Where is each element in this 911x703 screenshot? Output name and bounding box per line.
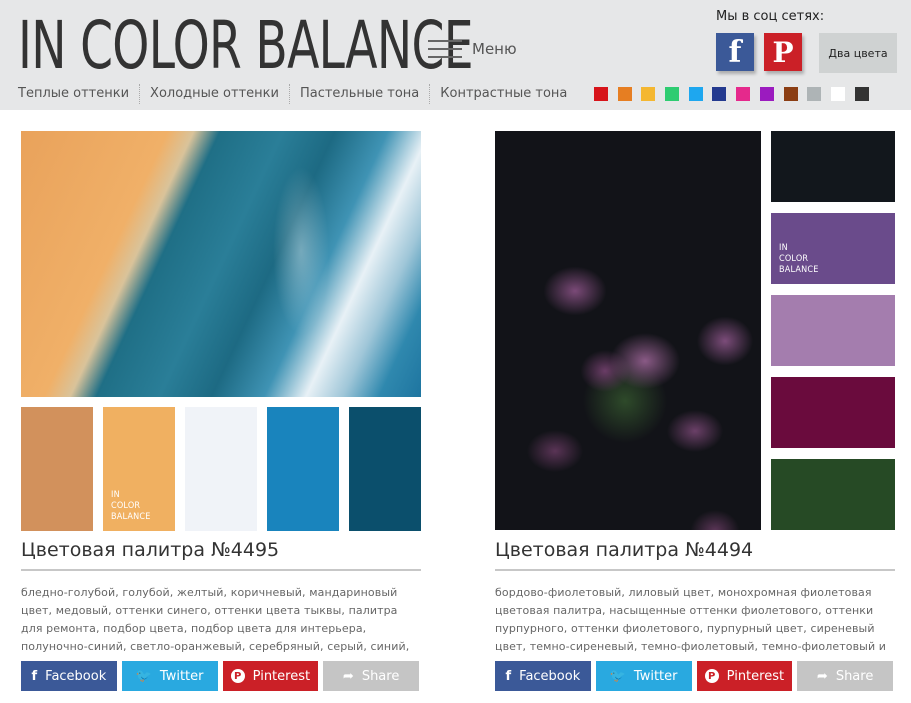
share-label: Twitter bbox=[159, 668, 204, 684]
nav-contrast-tones[interactable]: Контрастные тона bbox=[440, 84, 577, 104]
share-pinterest-button[interactable]: P Pinterest bbox=[222, 661, 319, 691]
palette-swatch[interactable] bbox=[771, 377, 895, 448]
palette-swatch[interactable] bbox=[185, 407, 257, 531]
palette-swatch[interactable] bbox=[349, 407, 421, 531]
share-arrow-icon: ➦ bbox=[342, 668, 354, 684]
share-pinterest-button[interactable]: P Pinterest bbox=[696, 661, 793, 691]
palette-swatch[interactable] bbox=[21, 407, 93, 531]
palette-title[interactable]: Цветовая палитра №4495 bbox=[21, 539, 421, 571]
share-twitter-button[interactable]: 🐦 Twitter bbox=[595, 661, 692, 691]
palette-swatch[interactable] bbox=[267, 407, 339, 531]
nav-pastel-tones[interactable]: Пастельные тона bbox=[300, 84, 431, 104]
color-filter-swatch[interactable] bbox=[594, 87, 608, 101]
menu-label[interactable]: Меню bbox=[472, 40, 517, 58]
share-bar: f Facebook 🐦 Twitter P Pinterest ➦ Share bbox=[21, 661, 421, 691]
share-label: Share bbox=[835, 668, 874, 684]
share-twitter-button[interactable]: 🐦 Twitter bbox=[121, 661, 218, 691]
color-filter-swatch[interactable] bbox=[854, 87, 869, 101]
facebook-icon: f bbox=[31, 668, 38, 684]
share-facebook-button[interactable]: f Facebook bbox=[21, 661, 117, 691]
share-label: Pinterest bbox=[726, 668, 785, 684]
color-filter-swatch[interactable] bbox=[665, 87, 680, 101]
site-logo[interactable]: IN COLOR BALANCE bbox=[18, 8, 474, 84]
palette-tags: бледно-голубой, голубой, желтый, коричне… bbox=[21, 586, 410, 652]
mini-logo: IN COLOR BALANCE bbox=[779, 243, 819, 275]
nav-cold-tones[interactable]: Холодные оттенки bbox=[150, 84, 290, 104]
color-filter-swatch[interactable] bbox=[641, 87, 656, 101]
palette-photo[interactable] bbox=[495, 131, 761, 530]
pinterest-icon: P bbox=[230, 669, 245, 683]
palette-swatch[interactable] bbox=[771, 459, 895, 530]
share-label: Pinterest bbox=[252, 668, 311, 684]
palette-swatch[interactable]: IN COLOR BALANCE bbox=[103, 407, 175, 531]
palette-swatch[interactable] bbox=[771, 295, 895, 366]
color-filter-swatch[interactable] bbox=[783, 87, 798, 101]
color-filter-swatch[interactable] bbox=[759, 87, 774, 101]
color-filter-swatch[interactable] bbox=[688, 87, 703, 101]
color-filter-swatch[interactable] bbox=[807, 87, 822, 101]
palette-title[interactable]: Цветовая палитра №4494 bbox=[495, 539, 895, 571]
pinterest-icon: P bbox=[704, 669, 719, 683]
site-header: IN COLOR BALANCE Меню Теплые оттенки Хол… bbox=[0, 0, 911, 110]
share-label: Share bbox=[361, 668, 400, 684]
palette-swatch[interactable]: IN COLOR BALANCE bbox=[771, 213, 895, 284]
twitter-icon: 🐦 bbox=[135, 668, 152, 684]
color-filter-swatch[interactable] bbox=[712, 87, 727, 101]
color-filter-swatches bbox=[594, 87, 878, 101]
share-button[interactable]: ➦ Share bbox=[323, 661, 419, 691]
social-label: Мы в соц сетях: bbox=[716, 9, 825, 24]
facebook-icon: f bbox=[505, 668, 512, 684]
facebook-icon[interactable]: f bbox=[716, 33, 754, 71]
two-colors-button[interactable]: Два цвета bbox=[819, 33, 897, 73]
color-filter-swatch[interactable] bbox=[830, 87, 845, 101]
menu-button[interactable]: Меню bbox=[428, 38, 517, 60]
share-label: Twitter bbox=[633, 668, 678, 684]
category-nav: Теплые оттенки Холодные оттенки Пастельн… bbox=[18, 84, 587, 104]
hamburger-icon[interactable] bbox=[428, 38, 462, 60]
share-label: Facebook bbox=[519, 668, 581, 684]
color-filter-swatch[interactable] bbox=[736, 87, 751, 101]
share-facebook-button[interactable]: f Facebook bbox=[495, 661, 591, 691]
nav-warm-tones[interactable]: Теплые оттенки bbox=[18, 84, 141, 104]
share-label: Facebook bbox=[45, 668, 107, 684]
palette-photo[interactable] bbox=[21, 131, 421, 397]
color-filter-swatch[interactable] bbox=[617, 87, 632, 101]
pinterest-icon[interactable]: P bbox=[764, 33, 802, 71]
share-button[interactable]: ➦ Share bbox=[797, 661, 893, 691]
twitter-icon: 🐦 bbox=[609, 668, 626, 684]
palette-swatch[interactable] bbox=[771, 131, 895, 202]
share-bar: f Facebook 🐦 Twitter P Pinterest ➦ Share bbox=[495, 661, 895, 691]
palette-tags: бордово-фиолетовый, лиловый цвет, монохр… bbox=[495, 586, 887, 652]
share-arrow-icon: ➦ bbox=[816, 668, 828, 684]
mini-logo: IN COLOR BALANCE bbox=[111, 490, 151, 522]
